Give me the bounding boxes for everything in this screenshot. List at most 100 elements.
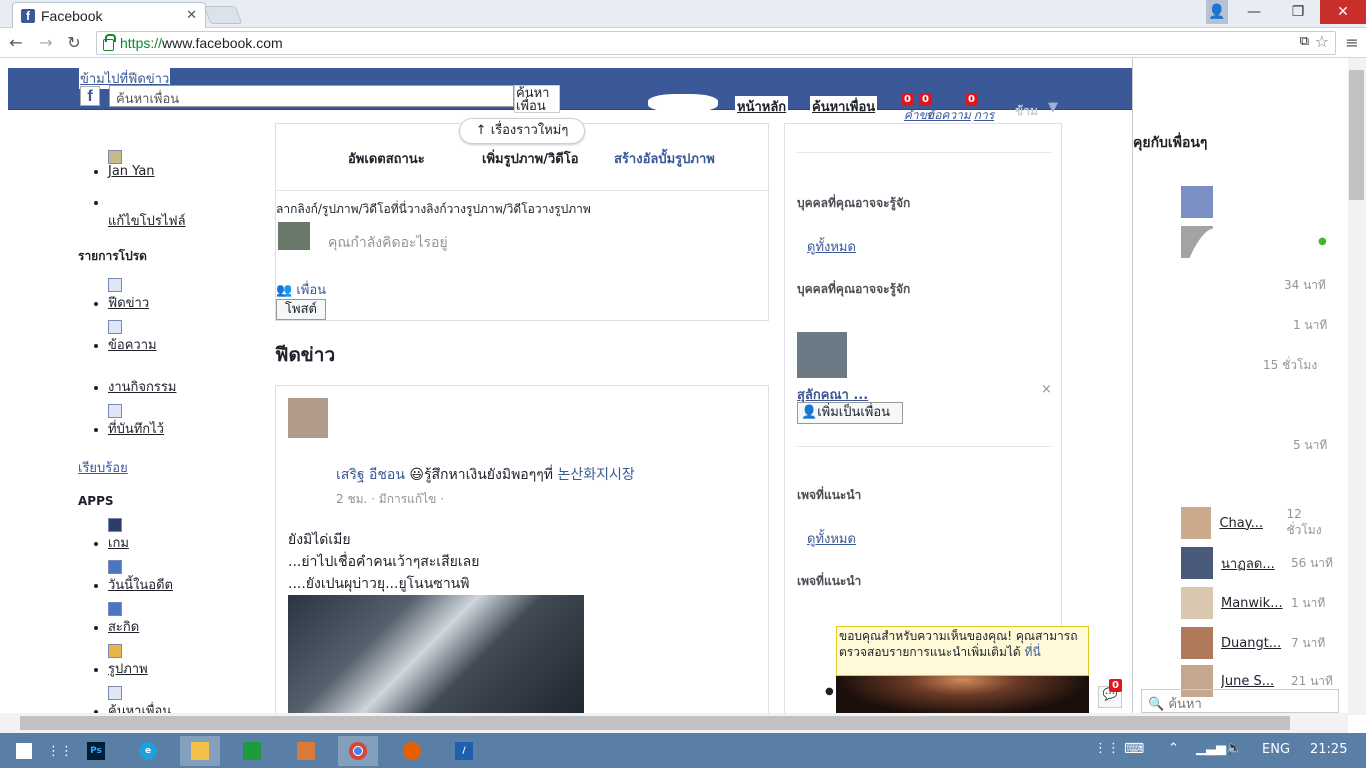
search-button[interactable]: ค้นหาเพื่อน xyxy=(514,85,560,113)
chat-heading: คุยกับเพื่อนๆ xyxy=(1133,135,1208,151)
minimize-button[interactable]: — xyxy=(1232,0,1276,24)
find-friends-link[interactable]: ค้นหาเพื่อน xyxy=(810,96,878,117)
profile-icon[interactable]: 👤 xyxy=(1206,0,1228,24)
sidebar-item-label: ฟีดข่าว xyxy=(108,296,150,311)
bookmark-star-icon[interactable]: ☆ xyxy=(1315,32,1329,51)
browser-toolbar: ← → ↻ https://www.facebook.com ⧉ ☆ ≡ xyxy=(0,28,1366,58)
task-view-icon[interactable]: ⋮⋮ xyxy=(40,736,80,766)
back-icon[interactable]: ← xyxy=(4,32,28,54)
close-tab-icon[interactable]: ✕ xyxy=(186,8,197,23)
horizontal-scrollbar-thumb[interactable] xyxy=(20,716,1290,730)
chevron-up-icon[interactable]: ⌃ xyxy=(1168,741,1179,756)
new-tab-button[interactable] xyxy=(203,6,243,24)
chat-contact[interactable]: Manwik... 1 นาที xyxy=(1181,586,1325,620)
edit-profile-link[interactable]: แก้ไขโปรไฟล์ xyxy=(108,214,186,229)
sidebar-item-saved[interactable]: ที่บันทึกไว้ xyxy=(108,404,268,439)
avatar xyxy=(1181,547,1213,579)
language-indicator[interactable]: ENG xyxy=(1262,742,1290,757)
app-icon[interactable] xyxy=(286,736,326,766)
app-icon[interactable]: / xyxy=(444,736,484,766)
chrome-icon[interactable] xyxy=(338,736,378,766)
sidebar-item-on-this-day[interactable]: วันนี้ในอดีต xyxy=(108,560,268,595)
photoshop-icon[interactable]: Ps xyxy=(76,736,116,766)
post-button[interactable]: โพสต์ xyxy=(276,299,326,320)
sidebar-item-profile[interactable]: Jan Yan xyxy=(108,150,268,179)
sidebar-item-pokes[interactable]: สะกิด xyxy=(108,602,268,637)
sidebar-item-events[interactable]: งานกิจกรรม xyxy=(108,362,268,397)
chat-time: 1 นาที xyxy=(1293,318,1328,332)
bullet: ● xyxy=(825,686,834,697)
sidebar-item-news-feed[interactable]: ฟีดข่าว xyxy=(108,278,268,313)
close-window-button[interactable]: ✕ xyxy=(1320,0,1366,24)
tab-add-photo-video[interactable]: เพิ่มรูปภาพ/วิดีโอ xyxy=(482,148,579,169)
sidebar-item-photos[interactable]: รูปภาพ xyxy=(108,644,268,679)
search-input[interactable]: ค้นหาเพื่อน xyxy=(109,85,514,107)
keyboard-icon[interactable]: ⌨ xyxy=(1124,741,1144,757)
url-text: https://www.facebook.com xyxy=(120,35,283,51)
sidebar-item-find-friends[interactable]: ค้นหาเพื่อน xyxy=(108,686,268,713)
post-edited-link[interactable]: มีการแก้ไข xyxy=(379,492,437,506)
tab-create-album[interactable]: สร้างอัลบั้มรูปภาพ xyxy=(614,148,715,169)
notifications-badge: 0 xyxy=(965,93,978,106)
sidebar-item-edit-profile[interactable]: แก้ไขโปรไฟล์ xyxy=(108,195,268,231)
audience-selector[interactable]: 👥 เพื่อน xyxy=(276,279,326,300)
network-icon[interactable]: ▁▃▅ xyxy=(1196,741,1226,756)
avatar xyxy=(288,398,328,438)
add-friend-button[interactable]: 👤เพิ่มเป็นเพื่อน xyxy=(797,402,903,424)
start-icon[interactable] xyxy=(4,736,44,766)
facebook-logo-icon[interactable]: f xyxy=(80,86,100,106)
ie-icon[interactable]: e xyxy=(128,736,168,766)
status-input[interactable]: คุณกำลังคิดอะไรอยู่ xyxy=(328,232,448,254)
browser-tab[interactable]: f Facebook ✕ xyxy=(12,2,206,28)
chat-contact[interactable]: Chay... 12 ชั่วโมง xyxy=(1181,506,1338,540)
tab-update-status[interactable]: อัพเดตสถานะ xyxy=(348,148,425,169)
facebook-favicon-icon: f xyxy=(21,8,35,23)
chat-contact-name: Manwik... xyxy=(1221,595,1283,611)
close-icon[interactable]: × xyxy=(1041,382,1052,397)
browser-tab-bar: f Facebook ✕ 👤 — ❐ ✕ xyxy=(0,0,1366,28)
thanks-text: ขอบคุณสำหรับความเห็นของคุณ! คุณสามารถตรว… xyxy=(839,629,1078,659)
translate-icon[interactable]: ⧉ xyxy=(1300,34,1309,49)
avatar xyxy=(1181,627,1213,659)
privacy-shortcuts-link[interactable]: ข้าม xyxy=(1015,102,1038,121)
favorites-heading: รายการโปรด xyxy=(78,249,147,263)
reload-icon[interactable]: ↻ xyxy=(62,32,86,54)
post-place-link[interactable]: 논산화지시장 xyxy=(557,467,634,483)
file-explorer-icon[interactable] xyxy=(180,736,220,766)
maximize-button[interactable]: ❐ xyxy=(1276,0,1320,24)
post-author-link[interactable]: เสริฐ อีชอน xyxy=(336,467,405,483)
new-stories-button[interactable]: ↑ เรื่องราวใหม่ๆ xyxy=(459,118,585,144)
post-line: ...ย่าไปเชื่อคำคนเว้าๆสะเสียเลย xyxy=(288,554,480,570)
sidebar-item-games[interactable]: เกม xyxy=(108,518,268,553)
ad-image[interactable] xyxy=(836,676,1089,713)
events-icon xyxy=(108,362,122,376)
here-link[interactable]: ที่นี่ xyxy=(1025,645,1041,659)
post-photo[interactable] xyxy=(288,595,584,713)
vertical-scrollbar-thumb[interactable] xyxy=(1349,70,1364,200)
store-icon[interactable] xyxy=(232,736,272,766)
chat-contact[interactable]: นาฏลด... 56 นาที xyxy=(1181,546,1333,580)
user-name-link[interactable]: Jan Yan xyxy=(108,164,155,179)
sidebar-item-messages[interactable]: ข้อความ xyxy=(108,320,268,355)
menu-icon[interactable]: ≡ xyxy=(1340,32,1364,54)
see-all-pymk-link[interactable]: ดูทั้งหมด xyxy=(807,236,856,257)
see-all-pages-link[interactable]: ดูทั้งหมด xyxy=(807,528,856,549)
home-link[interactable]: หน้าหลัก xyxy=(735,96,789,117)
chat-time: 34 นาที xyxy=(1284,278,1326,292)
messages-link[interactable]: ข้อความ xyxy=(926,108,971,123)
volume-icon[interactable]: 🔈 xyxy=(1226,741,1242,756)
sidebar-item-label: งานกิจกรรม xyxy=(108,380,177,395)
address-bar[interactable]: https://www.facebook.com ⧉ ☆ xyxy=(96,31,1336,55)
avatar xyxy=(1181,507,1212,539)
chat-search-input[interactable]: 🔍 ค้นหา xyxy=(1141,689,1339,713)
friend-requests-badge: 0 xyxy=(901,93,914,106)
clock[interactable]: 21:25 xyxy=(1310,742,1347,757)
suggested-friend-avatar[interactable] xyxy=(797,332,847,378)
account-menu-chevron-down-icon[interactable]: ▼ xyxy=(1048,100,1058,115)
chat-contact[interactable]: Duangt... 7 นาที xyxy=(1181,626,1325,660)
forward-icon[interactable]: → xyxy=(34,32,58,54)
avatar[interactable] xyxy=(1181,186,1213,218)
post-time-link[interactable]: 2 ชม. xyxy=(336,492,367,506)
done-link[interactable]: เรียบร้อย xyxy=(78,457,268,478)
firefox-icon[interactable] xyxy=(392,736,432,766)
